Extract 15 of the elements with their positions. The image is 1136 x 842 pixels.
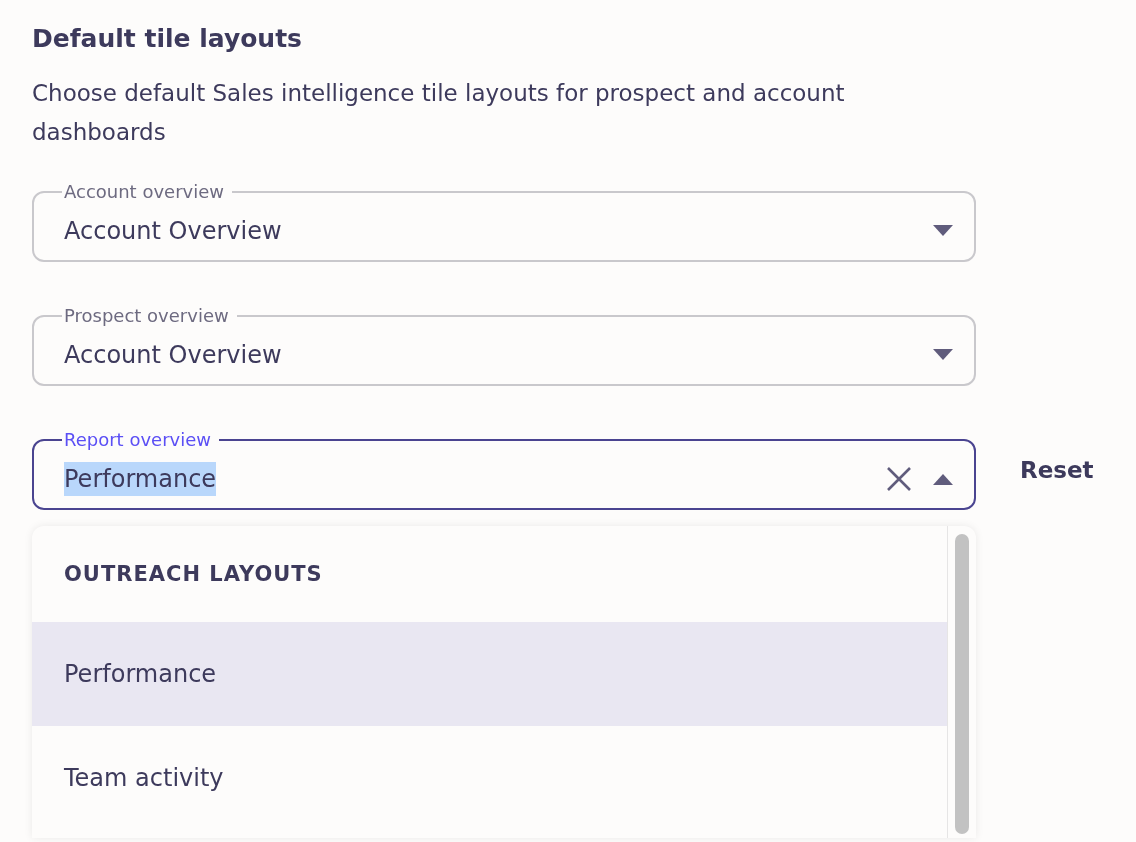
- section-description: Choose default Sales intelligence tile layouts for prospect and account dashboards: [32, 79, 846, 147]
- group-header: OUTREACH LAYOUTS: [63, 561, 324, 588]
- field-label: Account overview: [64, 181, 224, 202]
- select-field[interactable]: Prospect overview Account Overview: [32, 306, 976, 386]
- menu-option[interactable]: Performance: [32, 622, 947, 726]
- field-label: Prospect overview: [64, 305, 229, 326]
- selected-value: Performance: [64, 462, 217, 496]
- field-label: Report overview: [64, 429, 211, 450]
- selected-value: Account Overview: [64, 340, 282, 371]
- section-title: Default tile layouts: [32, 23, 303, 55]
- select-field[interactable]: Account overview Account Overview: [32, 182, 976, 262]
- selected-value: Account Overview: [64, 216, 282, 247]
- reset-button[interactable]: Reset: [1020, 451, 1094, 489]
- select-field[interactable]: Report overview Performance: [32, 430, 976, 510]
- menu-option[interactable]: Team activity: [32, 726, 947, 830]
